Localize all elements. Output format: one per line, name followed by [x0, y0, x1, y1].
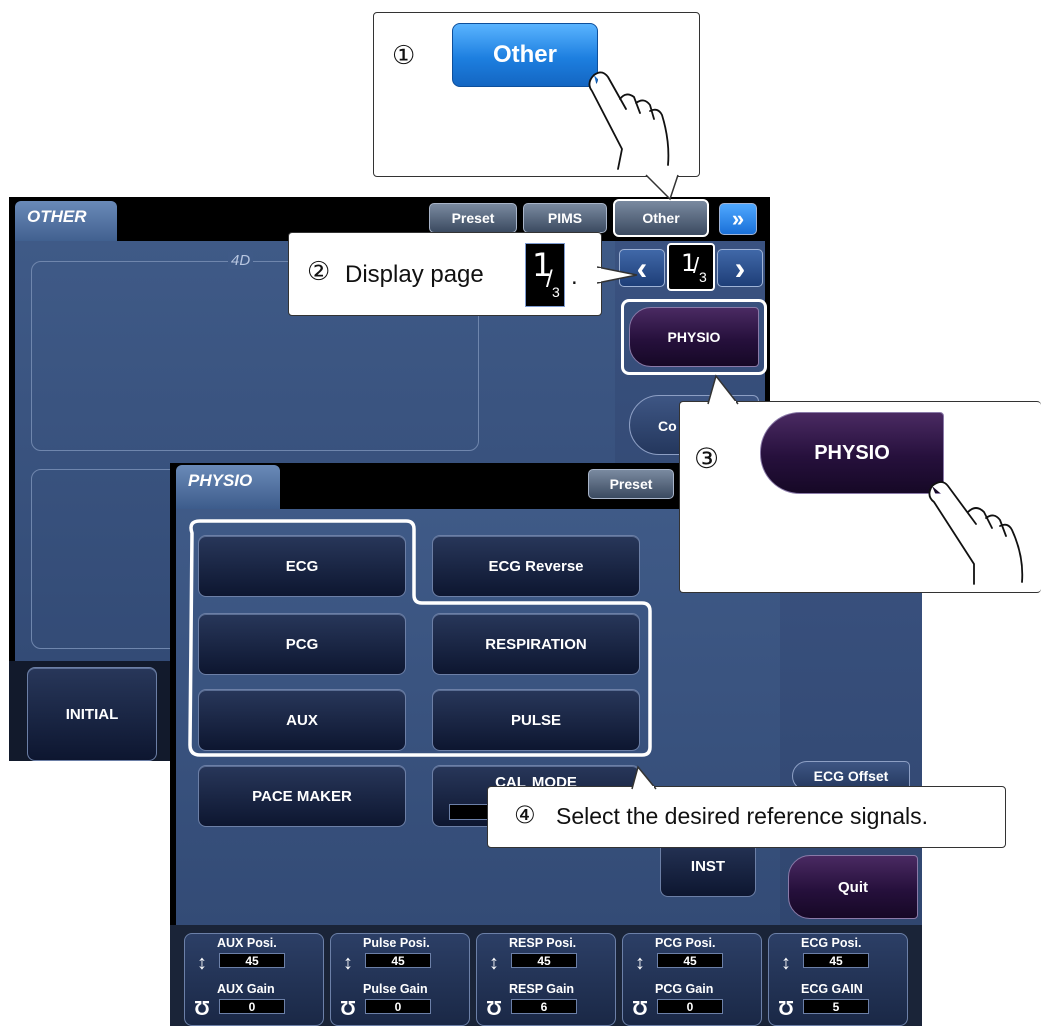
step2-page-total: 3 — [552, 284, 560, 300]
pcg-gain-label: PCG Gain — [655, 982, 714, 996]
resp-posi-label: RESP Posi. — [509, 936, 577, 950]
rotate-knob-icon: Ʊ — [631, 998, 649, 1020]
pulse-gain-value[interactable]: 0 — [365, 999, 431, 1014]
aux-gain-value[interactable]: 0 — [219, 999, 285, 1014]
callout-step1: ① Other — [373, 12, 700, 201]
double-chevron-right-icon: » — [731, 206, 745, 231]
partial-button-label: Co — [658, 418, 677, 434]
callout-step1-tail — [645, 171, 679, 201]
callout-other-label: Other — [492, 41, 557, 68]
step1-number: ① — [392, 41, 416, 71]
resp-gain-label: RESP Gain — [509, 982, 575, 996]
rotate-knob-icon: Ʊ — [777, 998, 795, 1020]
ecg-posi-value[interactable]: 45 — [803, 953, 869, 968]
up-down-arrow-icon: ↕ — [781, 952, 791, 974]
rotate-knob-icon: Ʊ — [339, 998, 357, 1020]
resp-posi-value[interactable]: 45 — [511, 953, 577, 968]
pulse-posi-value[interactable]: 45 — [365, 953, 431, 968]
initial-button[interactable]: INITIAL — [27, 667, 157, 761]
next-page-button[interactable]: › — [717, 249, 763, 287]
rotate-knob-icon: Ʊ — [485, 998, 503, 1020]
page-total: 3 — [699, 269, 707, 285]
callout-step2: ② Display page 1 / 3 . — [288, 232, 638, 316]
initial-button-label: INITIAL — [65, 705, 119, 723]
pims-button-label: PIMS — [547, 210, 583, 226]
pulse-controls: ↕ Pulse Posi. 45 Ʊ Pulse Gain 0 — [330, 933, 470, 1026]
step2-page-indicator: 1 / 3 — [525, 243, 565, 307]
aux-posi-label: AUX Posi. — [217, 936, 277, 950]
callout-step4: ④ Select the desired reference signals. — [487, 765, 1006, 848]
pcg-posi-value[interactable]: 45 — [657, 953, 723, 968]
callout-step4-tail — [631, 765, 657, 791]
physio-button[interactable]: PHYSIO — [629, 307, 759, 367]
aux-posi-value[interactable]: 45 — [219, 953, 285, 968]
pointing-hand-icon — [588, 71, 670, 170]
pcg-gain-value[interactable]: 0 — [657, 999, 723, 1014]
aux-gain-label: AUX Gain — [217, 982, 275, 996]
physio-button-label: PHYSIO — [667, 329, 721, 345]
pulse-gain-label: Pulse Gain — [363, 982, 428, 996]
other-tab[interactable]: OTHER — [15, 201, 117, 245]
step2-number: ② — [307, 257, 331, 287]
step4-text: Select the desired reference signals. — [556, 803, 929, 829]
pcg-controls: ↕ PCG Posi. 45 Ʊ PCG Gain 0 — [622, 933, 762, 1026]
pcg-posi-label: PCG Posi. — [655, 936, 716, 950]
up-down-arrow-icon: ↕ — [197, 952, 207, 974]
frame-4d-label: 4D — [228, 252, 254, 269]
step2-suffix: . — [571, 263, 578, 290]
chevron-right-icon: › — [734, 250, 746, 286]
step4-number: ④ — [514, 801, 536, 829]
callout-physio-button: PHYSIO — [760, 412, 944, 494]
up-down-arrow-icon: ↕ — [343, 952, 353, 974]
ecg-controls: ↕ ECG Posi. 45 Ʊ ECG GAIN 5 — [768, 933, 908, 1026]
preset-button[interactable]: Preset — [429, 203, 517, 233]
step3-number: ③ — [694, 442, 720, 475]
other-button-label: Other — [642, 210, 680, 226]
callout-step3: ③ PHYSIO — [679, 374, 1041, 593]
step2-text: Display page — [345, 261, 484, 288]
pulse-posi-label: Pulse Posi. — [363, 936, 430, 950]
ecg-posi-label: ECG Posi. — [801, 936, 862, 950]
control-bar: ↕ AUX Posi. 45 Ʊ AUX Gain 0 ↕ Pulse Posi… — [170, 925, 922, 1026]
other-tab-title: OTHER — [27, 207, 87, 226]
ecg-gain-label: ECG GAIN — [801, 982, 863, 996]
rotate-knob-icon: Ʊ — [193, 998, 211, 1020]
page-indicator: 1 / 3 — [667, 243, 715, 291]
forward-button[interactable]: » — [719, 203, 757, 235]
pointing-hand-icon — [928, 481, 1024, 585]
page: OTHER 4D Preset PIMS Other » ‹ 1 / 3 › P… — [0, 0, 1041, 1026]
ecg-gain-value[interactable]: 5 — [803, 999, 869, 1014]
callout-step2-tail — [597, 266, 638, 284]
callout-step3-tail — [707, 374, 739, 406]
callout-physio-label: PHYSIO — [814, 441, 890, 464]
up-down-arrow-icon: ↕ — [489, 952, 499, 974]
other-button[interactable]: Other — [613, 199, 709, 237]
pims-button[interactable]: PIMS — [523, 203, 607, 233]
aux-controls: ↕ AUX Posi. 45 Ʊ AUX Gain 0 — [184, 933, 324, 1026]
resp-gain-value[interactable]: 6 — [511, 999, 577, 1014]
resp-controls: ↕ RESP Posi. 45 Ʊ RESP Gain 6 — [476, 933, 616, 1026]
preset-button-label: Preset — [451, 210, 495, 226]
up-down-arrow-icon: ↕ — [635, 952, 645, 974]
